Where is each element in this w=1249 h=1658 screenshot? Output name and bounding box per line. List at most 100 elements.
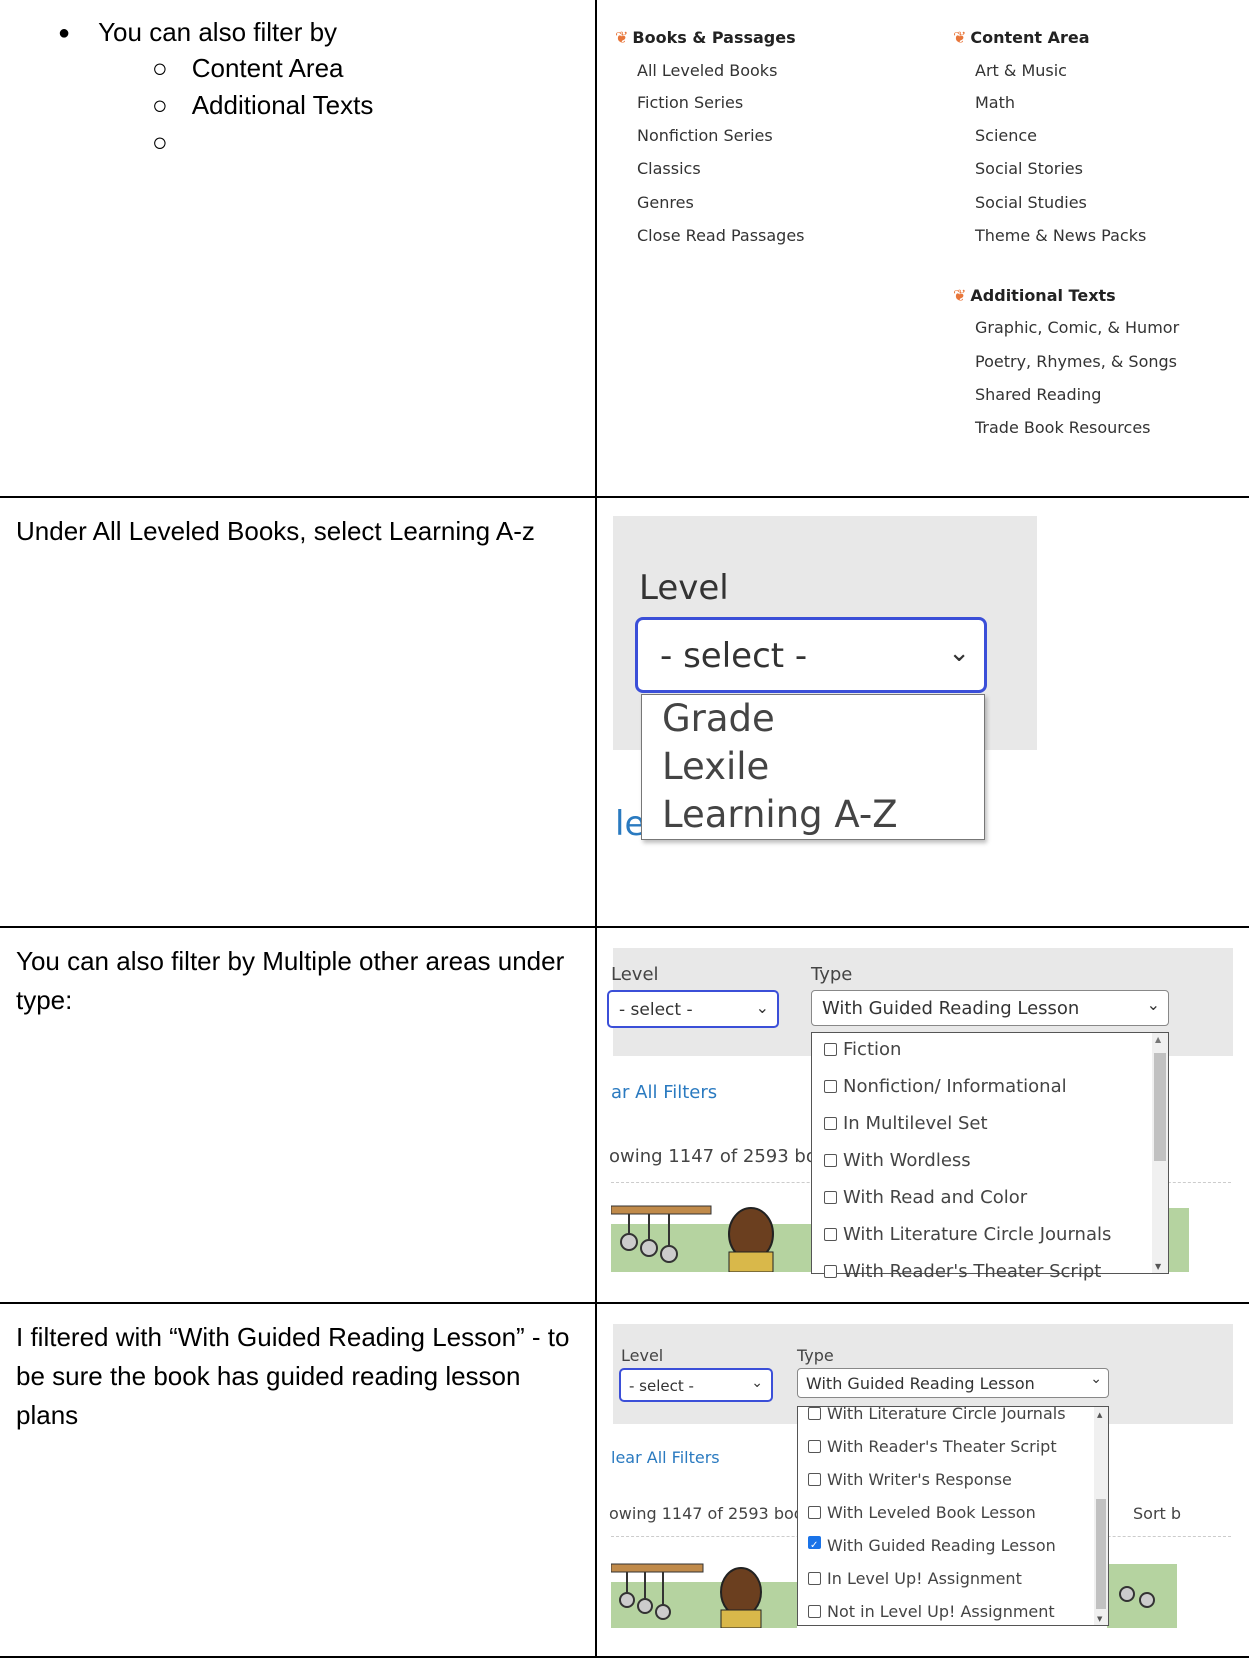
option-label: With Literature Circle Journals [843, 1224, 1112, 1245]
checkbox-checked-icon[interactable] [808, 1536, 821, 1549]
option-label: Not in Level Up! Assignment [827, 1602, 1055, 1621]
option-with-readers-theater-script[interactable]: With Reader's Theater Script [824, 1261, 1101, 1282]
level-select[interactable]: - select - ⌄ [607, 990, 779, 1028]
level-select[interactable]: - select - ⌄ [619, 1368, 773, 1402]
menu-item-social-studies[interactable]: Social Studies [975, 193, 1087, 212]
scroll-up-arrow-icon[interactable]: ▲ [1155, 1035, 1161, 1044]
option-with-read-and-color[interactable]: With Read and Color [824, 1187, 1027, 1208]
menu-item-classics[interactable]: Classics [637, 159, 701, 178]
option-lexile[interactable]: Lexile [662, 745, 769, 788]
type-select[interactable]: With Guided Reading Lesson ⌄ [797, 1368, 1109, 1398]
row4-instruction: I filtered with “With Guided Reading Les… [16, 1322, 570, 1430]
row4-left-cell: I filtered with “With Guided Reading Les… [0, 1302, 597, 1658]
option-label: With Guided Reading Lesson [827, 1536, 1056, 1555]
additional-texts-heading: ❦ Additional Texts [953, 286, 1116, 305]
menu-item-science[interactable]: Science [975, 126, 1037, 145]
checkbox-icon[interactable] [824, 1043, 837, 1056]
chevron-down-icon: ⌄ [948, 638, 970, 668]
option-with-leveled-book-lesson[interactable]: With Leveled Book Lesson [808, 1503, 1036, 1522]
scroll-down-arrow-icon[interactable]: ▼ [1155, 1262, 1161, 1271]
level-label: Level [611, 964, 659, 985]
checkbox-icon[interactable] [808, 1605, 821, 1618]
sub-item-additional-texts: ○ Additional Texts [152, 90, 373, 121]
row3-left-cell: You can also filter by Multiple other ar… [0, 926, 597, 1304]
sub-item-text: Content Area [191, 53, 344, 83]
menu-item-poetry-rhymes-songs[interactable]: Poetry, Rhymes, & Songs [975, 352, 1177, 371]
scroll-down-arrow-icon[interactable]: ▼ [1097, 1615, 1102, 1623]
option-label: With Leveled Book Lesson [827, 1503, 1036, 1522]
checkbox-icon[interactable] [808, 1473, 821, 1486]
option-with-literature-circle-journals[interactable]: With Literature Circle Journals [824, 1224, 1111, 1245]
menu-item-close-read-passages[interactable]: Close Read Passages [637, 226, 805, 245]
checkbox-icon[interactable] [824, 1228, 837, 1241]
option-in-multilevel-set[interactable]: In Multilevel Set [824, 1113, 988, 1134]
menu-item-math[interactable]: Math [975, 93, 1015, 112]
level-label: Level [621, 1346, 664, 1365]
sub-item-text: Additional Texts [191, 90, 374, 120]
option-nonfiction-informational[interactable]: Nonfiction/ Informational [824, 1076, 1067, 1097]
option-label: With Wordless [843, 1150, 971, 1171]
dropdown-scrollbar[interactable]: ▲ ▼ [1152, 1033, 1168, 1273]
level-dropdown-list: Grade Lexile Learning A-Z [641, 694, 985, 840]
chevron-down-icon: ⌄ [1146, 995, 1160, 1014]
option-fiction[interactable]: Fiction [824, 1039, 901, 1060]
type-dropdown-list: Fiction Nonfiction/ Informational In Mul… [811, 1032, 1169, 1282]
sort-by-label[interactable]: Sort b [1133, 1504, 1181, 1523]
menu-item-trade-book-resources[interactable]: Trade Book Resources [975, 418, 1151, 437]
menu-item-shared-reading[interactable]: Shared Reading [975, 385, 1101, 404]
checkbox-icon[interactable] [808, 1440, 821, 1453]
menu-item-graphic-comic-humor[interactable]: Graphic, Comic, & Humor [975, 318, 1179, 337]
option-in-level-up-assignment[interactable]: In Level Up! Assignment [808, 1569, 1022, 1588]
menu-item-social-stories[interactable]: Social Stories [975, 159, 1083, 178]
option-with-wordless[interactable]: With Wordless [824, 1150, 971, 1171]
option-label: With Literature Circle Journals [827, 1404, 1066, 1423]
checkbox-icon[interactable] [808, 1572, 821, 1585]
option-with-readers-theater-script[interactable]: With Reader's Theater Script [808, 1437, 1057, 1456]
option-not-in-level-up-assignment[interactable]: Not in Level Up! Assignment [808, 1602, 1055, 1621]
checkbox-icon[interactable] [824, 1080, 837, 1093]
level-select[interactable]: - select - ⌄ [635, 617, 987, 693]
level-label: Level [639, 568, 729, 608]
option-with-writers-response[interactable]: With Writer's Response [808, 1470, 1012, 1489]
option-label: In Level Up! Assignment [827, 1569, 1022, 1588]
checkbox-icon[interactable] [824, 1265, 837, 1278]
menu-item-theme-news-packs[interactable]: Theme & News Packs [975, 226, 1146, 245]
clear-all-filters-link[interactable]: ar All Filters [611, 1082, 717, 1103]
books-passages-heading: ❦ Books & Passages [615, 28, 796, 47]
option-with-guided-reading-lesson[interactable]: With Guided Reading Lesson [808, 1536, 1056, 1555]
menu-item-genres[interactable]: Genres [637, 193, 694, 212]
showing-count: owing 1147 of 2593 boo [609, 1146, 828, 1167]
scroll-up-arrow-icon[interactable]: ▲ [1097, 1411, 1102, 1419]
type-select-value: With Guided Reading Lesson [822, 998, 1080, 1019]
checkbox-icon[interactable] [808, 1506, 821, 1519]
option-with-literature-circle-journals[interactable]: With Literature Circle Journals [808, 1404, 1066, 1423]
checkbox-icon[interactable] [824, 1191, 837, 1204]
row1-left-cell: ● You can also filter by ○ Content Area ○ A… [0, 0, 597, 498]
clear-all-filters-link[interactable]: lear All Filters [611, 1448, 720, 1467]
checkbox-icon[interactable] [808, 1407, 821, 1420]
option-label: Fiction [843, 1039, 902, 1060]
scrollbar-thumb[interactable] [1096, 1499, 1106, 1609]
option-grade[interactable]: Grade [662, 697, 775, 740]
type-select[interactable]: With Guided Reading Lesson ⌄ [811, 990, 1169, 1026]
book-cover-thumbnail [611, 1563, 797, 1628]
circle-bullet-icon: ○ [152, 127, 168, 157]
chevron-down-icon: ⌄ [751, 1375, 763, 1391]
checkbox-icon[interactable] [824, 1154, 837, 1167]
option-label: With Writer's Response [827, 1470, 1012, 1489]
leaf-icon: ❦ [615, 28, 629, 47]
book-cover-thumbnail [611, 1202, 811, 1272]
guided-reading-filter-screenshot: Level Type - select - ⌄ With Guided Read… [597, 1304, 1249, 1656]
scrollbar-thumb[interactable] [1154, 1053, 1166, 1161]
menu-item-fiction-series[interactable]: Fiction Series [637, 93, 743, 112]
checkbox-icon[interactable] [824, 1117, 837, 1130]
menu-item-art-music[interactable]: Art & Music [975, 61, 1067, 80]
option-learning-a-z[interactable]: Learning A-Z [662, 793, 898, 836]
row2-instruction: Under All Leveled Books, select Learning… [16, 516, 535, 546]
menu-item-all-leveled-books[interactable]: All Leveled Books [637, 61, 777, 80]
option-label: With Reader's Theater Script [843, 1261, 1102, 1282]
row3-right-cell: Level Type - select - ⌄ With Guided Read… [595, 926, 1249, 1304]
row4-right-cell: Level Type - select - ⌄ With Guided Read… [595, 1302, 1249, 1658]
menu-item-nonfiction-series[interactable]: Nonfiction Series [637, 126, 773, 145]
dropdown-scrollbar[interactable]: ▲ ▼ [1094, 1407, 1108, 1625]
